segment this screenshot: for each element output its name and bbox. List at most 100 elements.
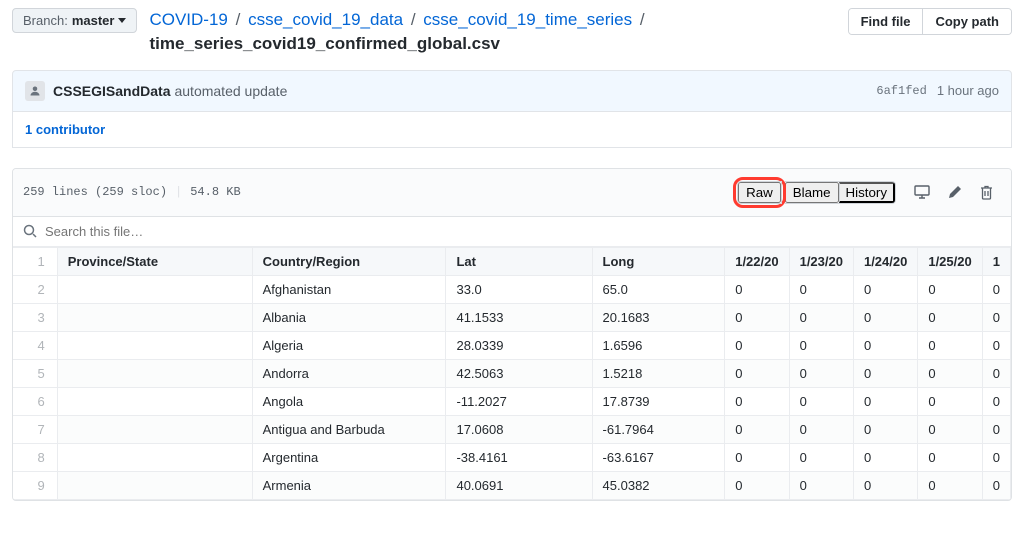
cell bbox=[57, 471, 252, 499]
chevron-down-icon bbox=[118, 18, 126, 23]
commit-message[interactable]: automated update bbox=[174, 83, 287, 99]
search-input[interactable] bbox=[43, 223, 1001, 240]
breadcrumb-root[interactable]: COVID-19 bbox=[149, 10, 227, 29]
col-header: 1 bbox=[982, 247, 1010, 275]
cell: 0 bbox=[853, 471, 917, 499]
cell: Angola bbox=[252, 387, 446, 415]
cell: 0 bbox=[918, 387, 982, 415]
commit-author[interactable]: CSSEGISandData bbox=[53, 83, 170, 99]
file-action-group: Raw Blame History bbox=[733, 177, 1001, 208]
col-header: Country/Region bbox=[252, 247, 446, 275]
cell: 0 bbox=[789, 303, 853, 331]
cell: 65.0 bbox=[592, 275, 725, 303]
col-header: Long bbox=[592, 247, 725, 275]
cell bbox=[57, 415, 252, 443]
table-row: 2Afghanistan33.065.000000 bbox=[13, 275, 1011, 303]
commit-age: 1 hour ago bbox=[937, 83, 999, 98]
line-number: 4 bbox=[13, 331, 57, 359]
cell: 0 bbox=[982, 331, 1010, 359]
commit-bar: CSSEGISandData automated update 6af1fed … bbox=[12, 70, 1012, 112]
cell bbox=[57, 303, 252, 331]
cell: 0 bbox=[918, 359, 982, 387]
cell: 0 bbox=[725, 443, 789, 471]
branch-select[interactable]: Branch: master bbox=[12, 8, 137, 33]
table-row: 3Albania41.153320.168300000 bbox=[13, 303, 1011, 331]
file-lines: 259 lines (259 sloc) bbox=[23, 185, 167, 199]
table-row: 8Argentina-38.4161-63.616700000 bbox=[13, 443, 1011, 471]
cell: 0 bbox=[789, 275, 853, 303]
cell: 0 bbox=[853, 331, 917, 359]
table-row: 9Armenia40.069145.038200000 bbox=[13, 471, 1011, 499]
cell: 0 bbox=[918, 275, 982, 303]
search-icon bbox=[23, 224, 37, 238]
col-header: 1/25/20 bbox=[918, 247, 982, 275]
raw-button[interactable]: Raw bbox=[738, 182, 781, 203]
cell: 40.0691 bbox=[446, 471, 592, 499]
cell: 1.6596 bbox=[592, 331, 725, 359]
cell: 0 bbox=[982, 303, 1010, 331]
raw-highlight-annotation: Raw bbox=[733, 177, 786, 208]
cell: 0 bbox=[982, 415, 1010, 443]
line-number: 5 bbox=[13, 359, 57, 387]
cell: 0 bbox=[982, 471, 1010, 499]
branch-name: master bbox=[72, 13, 115, 28]
csv-table: 1 Province/State Country/Region Lat Long… bbox=[13, 247, 1011, 500]
cell: 0 bbox=[918, 303, 982, 331]
cell: -61.7964 bbox=[592, 415, 725, 443]
cell: 41.1533 bbox=[446, 303, 592, 331]
line-number: 9 bbox=[13, 471, 57, 499]
cell: 0 bbox=[918, 415, 982, 443]
blame-button[interactable]: Blame bbox=[785, 182, 839, 203]
cell: -11.2027 bbox=[446, 387, 592, 415]
find-file-button[interactable]: Find file bbox=[849, 9, 923, 34]
cell: 1.5218 bbox=[592, 359, 725, 387]
table-header-row: 1 Province/State Country/Region Lat Long… bbox=[13, 247, 1011, 275]
breadcrumb-part-1[interactable]: csse_covid_19_time_series bbox=[423, 10, 632, 29]
col-header: 1/24/20 bbox=[853, 247, 917, 275]
cell: 0 bbox=[789, 443, 853, 471]
cell: Armenia bbox=[252, 471, 446, 499]
cell: 0 bbox=[853, 443, 917, 471]
cell: 0 bbox=[982, 443, 1010, 471]
cell: 0 bbox=[789, 331, 853, 359]
cell: 0 bbox=[853, 303, 917, 331]
delete-icon-button[interactable] bbox=[972, 181, 1001, 204]
edit-icon-button[interactable] bbox=[940, 181, 970, 203]
cell: 0 bbox=[982, 275, 1010, 303]
monitor-icon bbox=[914, 185, 930, 199]
branch-label: Branch: bbox=[23, 13, 68, 28]
cell: 33.0 bbox=[446, 275, 592, 303]
col-header: 1/23/20 bbox=[789, 247, 853, 275]
cell: Antigua and Barbuda bbox=[252, 415, 446, 443]
line-number: 7 bbox=[13, 415, 57, 443]
cell: 17.0608 bbox=[446, 415, 592, 443]
cell bbox=[57, 443, 252, 471]
cell: 0 bbox=[853, 387, 917, 415]
copy-path-button[interactable]: Copy path bbox=[922, 9, 1011, 34]
breadcrumb: COVID-19 / csse_covid_19_data / csse_cov… bbox=[149, 8, 835, 56]
author-avatar bbox=[25, 81, 45, 101]
cell: -38.4161 bbox=[446, 443, 592, 471]
cell: Argentina bbox=[252, 443, 446, 471]
breadcrumb-filename: time_series_covid19_confirmed_global.csv bbox=[149, 34, 500, 53]
cell: 0 bbox=[725, 471, 789, 499]
contributors-link[interactable]: 1 contributor bbox=[25, 122, 105, 137]
commit-sha[interactable]: 6af1fed bbox=[876, 84, 926, 98]
cell: Andorra bbox=[252, 359, 446, 387]
cell: 0 bbox=[982, 387, 1010, 415]
breadcrumb-part-0[interactable]: csse_covid_19_data bbox=[248, 10, 403, 29]
line-number: 8 bbox=[13, 443, 57, 471]
history-button[interactable]: History bbox=[839, 182, 895, 203]
cell: 0 bbox=[918, 331, 982, 359]
cell: 0 bbox=[918, 443, 982, 471]
search-row bbox=[13, 217, 1011, 247]
table-row: 4Algeria28.03391.659600000 bbox=[13, 331, 1011, 359]
table-row: 5Andorra42.50631.521800000 bbox=[13, 359, 1011, 387]
line-number: 2 bbox=[13, 275, 57, 303]
desktop-icon-button[interactable] bbox=[906, 181, 938, 203]
cell: 0 bbox=[853, 275, 917, 303]
cell: -63.6167 bbox=[592, 443, 725, 471]
cell: 0 bbox=[789, 359, 853, 387]
table-row: 7Antigua and Barbuda17.0608-61.796400000 bbox=[13, 415, 1011, 443]
trash-icon bbox=[980, 185, 993, 200]
